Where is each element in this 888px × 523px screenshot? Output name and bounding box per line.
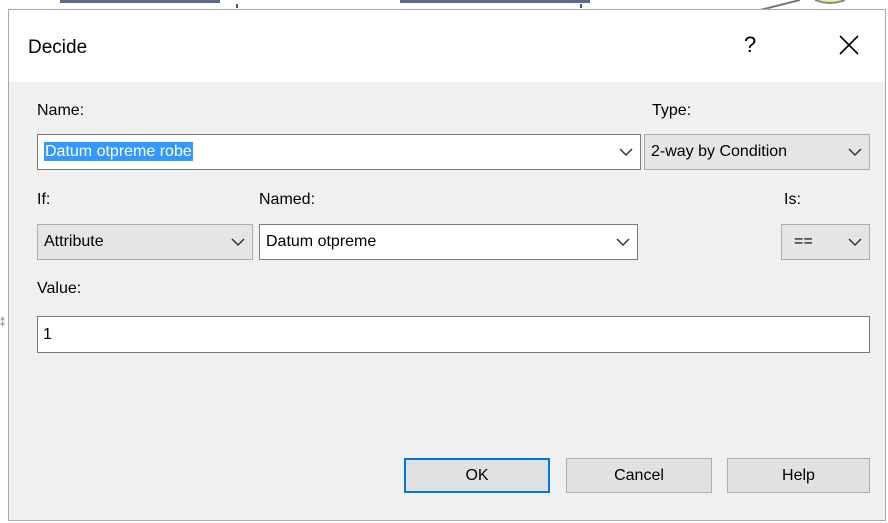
is-label: Is: xyxy=(784,191,801,208)
decide-dialog: Decide ? Name: Datum otpreme robe Type: … xyxy=(8,9,886,521)
chevron-down-icon xyxy=(848,148,862,157)
type-select[interactable]: 2-way by Condition xyxy=(644,134,870,170)
type-label: Type: xyxy=(652,102,692,119)
background-shape xyxy=(400,0,590,3)
named-value: Datum otpreme xyxy=(266,233,377,250)
chevron-down-icon xyxy=(848,238,862,247)
close-icon[interactable] xyxy=(834,30,864,60)
background-shape xyxy=(580,4,582,8)
cancel-button[interactable]: Cancel xyxy=(566,458,712,493)
if-select[interactable]: Attribute xyxy=(37,224,253,260)
name-combobox[interactable]: Datum otpreme robe xyxy=(37,134,641,170)
chevron-down-icon xyxy=(619,148,633,157)
title-bar: Decide ? xyxy=(9,10,885,82)
background-shape xyxy=(236,4,238,8)
if-label: If: xyxy=(37,191,51,208)
name-value: Datum otpreme robe xyxy=(44,142,193,161)
help-button[interactable]: Help xyxy=(727,458,870,493)
type-value: 2-way by Condition xyxy=(651,143,788,160)
is-select[interactable]: == xyxy=(781,224,870,260)
if-value: Attribute xyxy=(44,233,104,250)
chevron-down-icon xyxy=(231,238,245,247)
is-value: == xyxy=(794,233,813,250)
named-label: Named: xyxy=(259,191,316,208)
dialog-title: Decide xyxy=(28,37,88,58)
ok-button[interactable]: OK xyxy=(404,458,550,493)
value-input[interactable]: 1 xyxy=(37,316,870,353)
value-label: Value: xyxy=(37,280,82,297)
name-label: Name: xyxy=(37,102,85,119)
help-question-button[interactable]: ? xyxy=(744,32,756,58)
chevron-down-icon xyxy=(616,238,630,247)
background-connector: ⁑ xyxy=(0,318,5,329)
background-shape xyxy=(60,0,220,3)
named-combobox[interactable]: Datum otpreme xyxy=(259,224,638,260)
value-text: 1 xyxy=(43,325,52,343)
